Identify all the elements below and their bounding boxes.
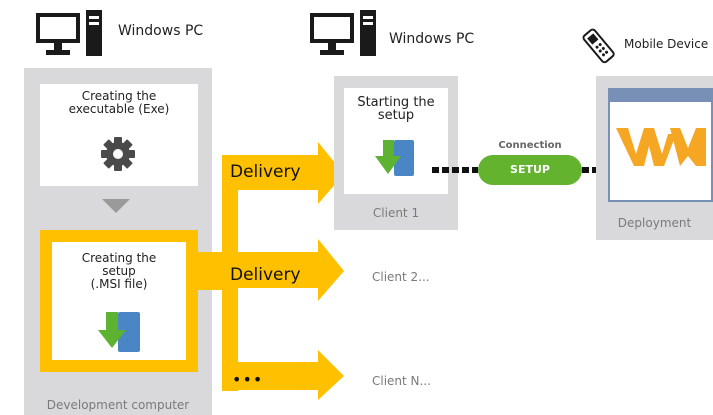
setup-pill-label: SETUP (510, 163, 550, 176)
client1-footer: Client 1 (372, 206, 420, 220)
connection-title: Connection (498, 140, 562, 151)
exe-line2: executable (Exe) (68, 102, 170, 116)
handheld-scanner-icon (582, 28, 615, 64)
msi-line3: (.MSI file) (90, 277, 148, 291)
delivery-ellipsis: ••• (232, 370, 264, 389)
msi-card: Creating the setup (.MSI file) (52, 242, 186, 360)
client2-label: Client 2... (372, 270, 430, 284)
dev-footer: Development computer (46, 398, 190, 412)
desktop-pc-icon (36, 10, 102, 56)
deployment-label: Deployment (617, 216, 692, 230)
wm-logo (616, 128, 706, 166)
device-window (608, 88, 713, 202)
clientn-label: Client N... (372, 374, 431, 388)
exe-card: Creating the executable (Exe) (40, 84, 198, 186)
pc-right-label: Windows PC (389, 31, 475, 47)
client1-line2: setup (377, 108, 415, 123)
setup-install-icon (98, 312, 140, 352)
delivery-label-2: Delivery (230, 265, 301, 285)
desktop-pc-icon (310, 10, 376, 56)
pc-left-label: Windows PC (118, 23, 204, 39)
gear-icon (101, 137, 135, 171)
device-window-titlebar (610, 90, 711, 102)
setup-install-icon (375, 140, 414, 176)
mobile-label: Mobile Device (624, 37, 709, 51)
delivery-label-1: Delivery (230, 162, 301, 182)
down-triangle-icon (102, 199, 130, 213)
